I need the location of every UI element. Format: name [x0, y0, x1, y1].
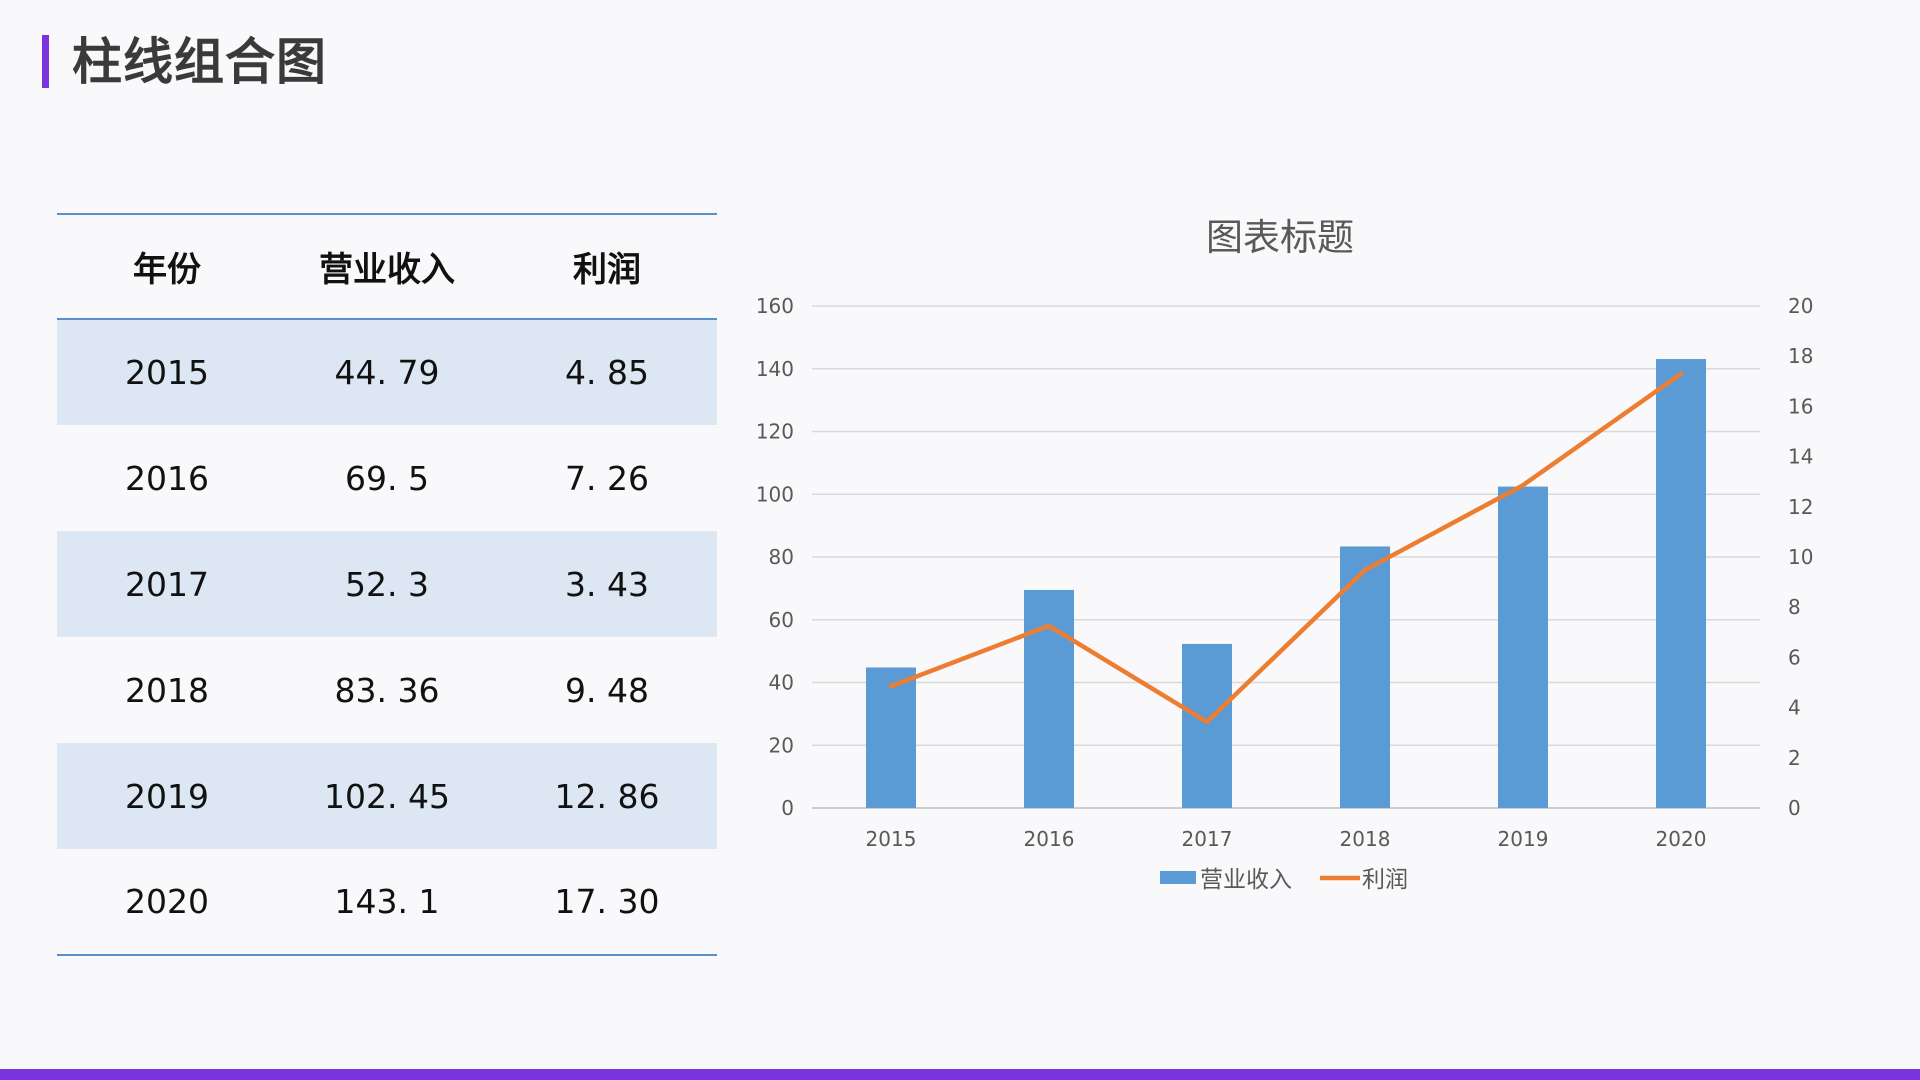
y-axis-tick-label: 0 [781, 796, 794, 820]
table-cell-profit: 17. 30 [497, 849, 717, 956]
y-axis-tick-label: 20 [769, 733, 794, 757]
y2-axis-tick-label: 2 [1788, 746, 1801, 770]
page-title: 柱线组合图 [72, 33, 327, 91]
y2-axis-tick-label: 0 [1788, 796, 1801, 820]
y2-axis-tick-label: 16 [1788, 394, 1813, 418]
combo-chart: 图表标题 0 20 40 60 80 100 120 140 160 0 2 4 6 8 10 12 14 16 1… [740, 210, 1860, 910]
table-cell-year: 2019 [125, 776, 209, 816]
y2-axis-tick-label: 10 [1788, 545, 1813, 569]
bar [1498, 486, 1548, 808]
x-axis-tick-label: 2018 [1340, 827, 1391, 851]
y2-axis-tick-label: 14 [1788, 445, 1813, 469]
combo-chart-svg: 图表标题 0 20 40 60 80 100 120 140 160 0 2 4 6 8 10 12 14 16 1… [756, 216, 1814, 893]
table-cell-revenue: 52. 3 [345, 564, 429, 604]
x-axis-tick-label: 2020 [1656, 827, 1707, 851]
x-axis-tick-label: 2016 [1024, 827, 1075, 851]
title-accent-bar [42, 35, 49, 88]
table-cell-profit: 4. 85 [565, 353, 649, 392]
table-cell-revenue: 69. 5 [345, 458, 429, 498]
y2-axis-tick-label: 8 [1788, 595, 1801, 619]
y-axis-tick-label: 140 [756, 357, 794, 381]
y2-axis-tick-label: 4 [1788, 696, 1801, 720]
x-axis-tick-label: 2019 [1498, 827, 1549, 851]
bar [1024, 589, 1074, 808]
table-cell-revenue: 143. 1 [277, 849, 497, 956]
y-axis-tick-label: 120 [756, 420, 794, 444]
y2-axis-tick-label: 20 [1788, 294, 1813, 318]
y2-axis-tick-label: 12 [1788, 495, 1813, 519]
bottom-accent-bar [0, 1069, 1920, 1080]
table-cell-year: 2017 [125, 564, 209, 604]
y2-axis-tick-label: 6 [1788, 645, 1801, 669]
table-header-row: 年份 营业收入 利润 [57, 213, 717, 320]
data-table: 年份 营业收入 利润 2015 44. 79 4. 85 2016 69. 5 … [57, 213, 717, 956]
table-cell-revenue: 83. 36 [334, 670, 440, 710]
y2-axis-tick-label: 18 [1788, 344, 1813, 368]
table-header-revenue: 营业收入 [277, 213, 497, 320]
table-cell-revenue: 102. 45 [324, 776, 450, 816]
table-cell-profit: 3. 43 [565, 564, 649, 604]
y-axis-tick-label: 40 [769, 671, 794, 695]
bar [1182, 643, 1232, 808]
table-header-profit: 利润 [497, 213, 717, 320]
table-row: 2020 143. 1 17. 30 [57, 849, 717, 956]
profit-line [888, 371, 1684, 725]
legend-swatch-revenue [1160, 871, 1196, 884]
y-axis-tick-label: 160 [756, 294, 794, 318]
table-cell-profit: 7. 26 [565, 458, 649, 498]
table-cell-revenue: 44. 79 [334, 353, 440, 392]
y-axis-tick-label: 100 [756, 482, 794, 506]
table-header-year: 年份 [57, 213, 277, 320]
table-row: 2019 102. 45 12. 86 [57, 743, 717, 849]
bar [1656, 359, 1706, 808]
x-axis-tick-label: 2015 [866, 827, 917, 851]
table-row: 2015 44. 79 4. 85 [57, 319, 717, 425]
y-axis-tick-label: 80 [769, 545, 794, 569]
legend-label-revenue: 营业收入 [1200, 867, 1292, 893]
chart-title: 图表标题 [1206, 216, 1354, 259]
table-cell-year: 2020 [57, 849, 277, 956]
bar [866, 667, 916, 808]
x-axis-tick-label: 2017 [1182, 827, 1233, 851]
table-cell-year: 2018 [125, 670, 209, 710]
table-cell-year: 2016 [125, 458, 209, 498]
table-cell-profit: 12. 86 [554, 776, 660, 816]
table-row: 2016 69. 5 7. 26 [57, 425, 717, 531]
y-axis-tick-label: 60 [769, 608, 794, 632]
table-row: 2017 52. 3 3. 43 [57, 531, 717, 637]
legend-label-profit: 利润 [1362, 867, 1408, 893]
table-cell-year: 2015 [125, 353, 209, 392]
table-cell-profit: 9. 48 [565, 670, 649, 710]
table-row: 2018 83. 36 9. 48 [57, 637, 717, 743]
